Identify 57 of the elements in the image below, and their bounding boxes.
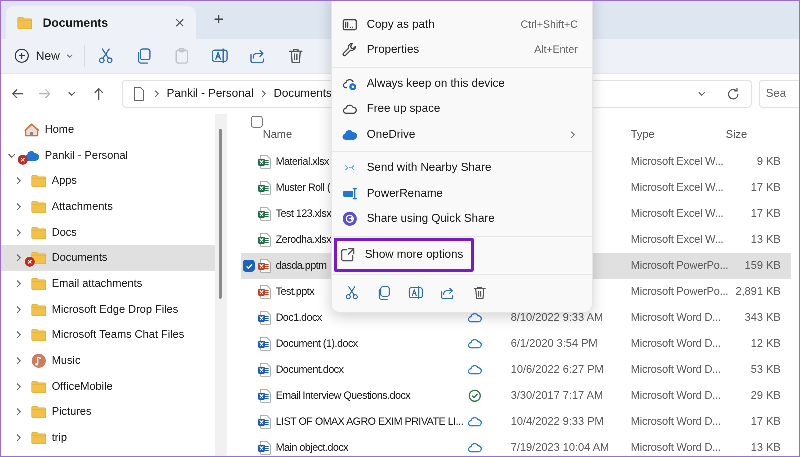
type-cell: Microsoft PowerPo... [631,286,728,298]
size-cell: 2,891 KB [736,286,781,298]
type-cell: Microsoft PowerPo... [631,260,728,272]
size-cell: 53 KB [751,364,781,376]
size-cell: 12 KB [751,338,781,350]
file-name: Document (1).docx [275,338,358,350]
file-name: Material.xlsx [275,156,330,168]
type-cell: Microsoft Excel W... [631,234,724,246]
size-cell: 159 KB [744,260,781,272]
type-cell: Microsoft Word D... [631,312,722,324]
file-name: Muster Roll ( [275,182,330,194]
file-name: Test 123.xlsx [275,208,332,220]
file-name: Doc1.docx [275,312,322,324]
size-cell: 17 KB [751,208,781,220]
size-cell: 343 KB [744,312,781,324]
size-cell: 13 KB [751,442,781,454]
date-cell: 8/10/2022 9:33 AM [511,312,604,324]
file-name: dasda.pptm [275,260,327,272]
date-cell: 6/1/2020 3:54 PM [511,338,598,350]
sidebar-label: Documents [52,252,108,264]
sidebar-label: Home [45,124,74,136]
sidebar-label: Pictures [52,406,92,418]
sidebar-label: Microsoft Teams Chat Files [52,329,184,342]
sidebar-label: trip [52,432,68,444]
size-cell: 29 KB [751,390,781,402]
size-cell: 17 KB [751,182,781,194]
sidebar-label: Email attachments [52,278,142,290]
type-cell: Microsoft Word D... [631,416,722,428]
shortcut-label: Alt+Enter [534,44,578,56]
date-cell: 10/6/2022 6:27 PM [511,364,604,376]
sidebar-label: Music [52,355,81,368]
type-cell: Microsoft Excel W... [631,182,724,194]
size-cell: 13 KB [751,234,781,246]
type-cell: Microsoft Word D... [631,338,722,350]
file-name: Main object.docx [275,442,348,454]
file-name: LIST OF OMAX AGRO EXIM PRIVATE LI... [275,416,464,428]
type-cell: Microsoft Word D... [631,442,722,454]
type-cell: Microsoft Word D... [631,390,722,402]
sidebar-label: Attachments [52,200,114,213]
type-cell: Microsoft Excel W... [631,208,724,220]
file-name: Email Interview Questions.docx [275,390,410,402]
sidebar-label: OfficeMobile [52,380,113,393]
type-cell: Microsoft Excel W... [631,156,724,168]
sidebar-label: Microsoft Edge Drop Files [52,304,179,316]
file-name: Test.pptx [275,286,314,298]
size-cell: 9 KB [757,156,781,168]
sidebar-label: Pankil - Personal [45,150,128,162]
file-name: Zerodha.xlsx [275,234,332,246]
date-cell: 3/30/2017 7:17 AM [511,390,604,402]
date-cell: 10/4/2022 9:33 PM [511,416,604,428]
shortcut-label: Ctrl+Shift+C [520,18,578,31]
sidebar-label: Apps [52,175,78,188]
type-cell: Microsoft Word D... [631,364,722,376]
size-cell: 17 KB [751,416,781,428]
date-cell: 7/19/2023 10:04 AM [511,442,610,454]
file-name: Document.docx [275,364,344,376]
sidebar-label: Docs [52,226,78,239]
